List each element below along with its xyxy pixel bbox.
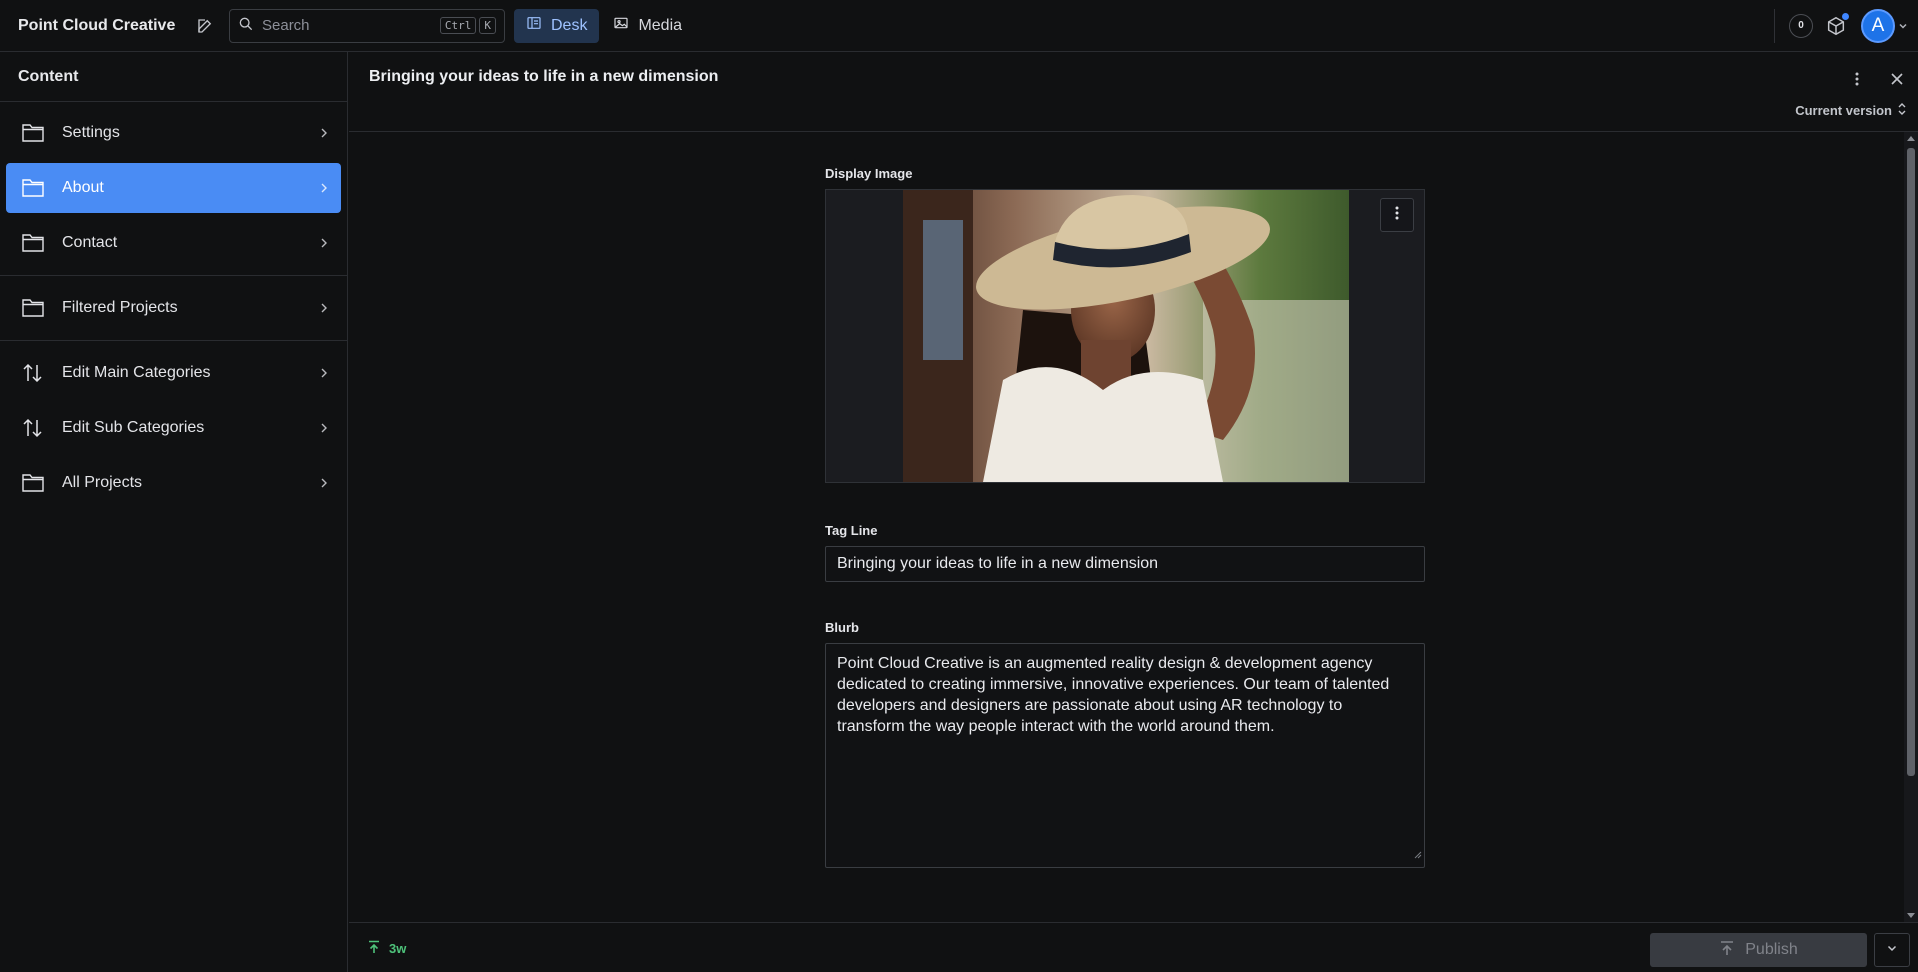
chevron-right-icon [319,302,329,314]
display-image-field[interactable] [825,189,1425,483]
more-vertical-icon [1390,205,1404,226]
divider [1774,8,1775,43]
publish-icon [1719,940,1735,961]
folder-icon [21,122,47,144]
blurb-text: Point Cloud Creative is an augmented rea… [837,655,1390,735]
folder-icon [21,472,47,494]
chevron-updown-icon [1898,102,1906,119]
chevron-down-icon [1886,941,1898,959]
tab-media-label: Media [638,16,683,34]
publish-options-button[interactable] [1874,933,1910,967]
sidebar-item-filtered-projects[interactable]: Filtered Projects [6,283,341,333]
notification-count-badge[interactable]: 0 [1789,13,1813,38]
publish-status[interactable]: 3w [367,940,406,957]
publish-label: Publish [1745,941,1798,958]
chevron-right-icon [319,367,329,379]
folder-icon [21,177,47,199]
published-arrow-icon [367,940,381,957]
sidebar-item-label: Contact [62,234,118,251]
chevron-down-icon[interactable] [1898,21,1908,31]
search-placeholder: Search [262,17,310,34]
folder-icon [21,297,47,319]
document-pane: Bringing your ideas to life in a new dim… [349,52,1918,972]
divider [0,275,347,276]
document-title: Bringing your ideas to life in a new dim… [369,68,719,85]
cube-icon[interactable] [1825,12,1849,37]
sidebar-item-about[interactable]: About [6,163,341,213]
scrollbar[interactable] [1904,132,1918,922]
sidebar-item-label: All Projects [62,474,143,491]
desk-icon [526,15,542,36]
scroll-up-icon[interactable] [1907,136,1915,141]
top-bar: Point Cloud Creative Search Ctrl K Desk … [0,0,1918,52]
search-input[interactable]: Search Ctrl K [229,8,505,43]
tab-media[interactable]: Media [601,9,694,43]
blurb-label: Blurb [825,620,859,635]
chevron-right-icon [319,422,329,434]
publish-button[interactable]: Publish [1650,933,1867,967]
app-root: Point Cloud Creative Search Ctrl K Desk … [0,0,1918,972]
sidebar-list: Settings About Contact Filtered Projects [0,102,347,508]
sidebar-item-label: About [62,179,104,196]
version-select[interactable]: Current version [1795,102,1906,119]
sort-arrows-icon [21,417,47,439]
content-sidebar: Content Settings About Contact Filtered [0,52,348,972]
resize-handle-icon[interactable] [1414,844,1422,865]
sort-arrows-icon [21,362,47,384]
compose-icon[interactable] [190,11,220,41]
more-vertical-icon[interactable] [1842,64,1872,94]
brand-name[interactable]: Point Cloud Creative [18,17,190,35]
tab-desk[interactable]: Desk [514,8,600,43]
display-image-label: Display Image [825,166,913,181]
blurb-textarea[interactable]: Point Cloud Creative is an augmented rea… [825,643,1425,868]
display-image [903,190,1349,482]
sidebar-item-edit-sub-categories[interactable]: Edit Sub Categories [6,403,341,453]
close-icon[interactable] [1882,64,1912,94]
tab-desk-label: Desk [551,16,588,34]
tagline-label: Tag Line [825,523,878,538]
document-form: Display Image Tag Line Bringing your ide… [825,166,1425,868]
sidebar-item-label: Settings [62,124,120,141]
publish-status-time: 3w [389,941,407,956]
shortcut-ctrl: Ctrl [439,17,477,34]
sidebar-item-contact[interactable]: Contact [6,218,341,268]
top-right-actions: 0 A [1774,0,1918,52]
sidebar-title: Content [0,52,347,102]
sidebar-item-all-projects[interactable]: All Projects [6,458,341,508]
unread-dot [1842,12,1849,20]
scrollbar-thumb[interactable] [1907,148,1915,776]
document-form-area: Display Image Tag Line Bringing your ide… [349,132,1904,922]
tagline-input[interactable]: Bringing your ideas to life in a new dim… [825,546,1425,582]
search-icon [238,16,254,36]
scroll-down-icon[interactable] [1907,913,1915,918]
version-label: Current version [1795,103,1892,118]
chevron-right-icon [319,237,329,249]
sidebar-item-label: Edit Sub Categories [62,419,205,436]
chevron-right-icon [319,127,329,139]
document-actions [1842,64,1912,94]
image-icon [613,15,629,36]
sidebar-item-label: Edit Main Categories [62,364,211,381]
image-options-button[interactable] [1380,198,1414,232]
sidebar-item-edit-main-categories[interactable]: Edit Main Categories [6,348,341,398]
document-footer: 3w Publish [349,922,1918,972]
chevron-right-icon [319,182,329,194]
folder-icon [21,232,47,254]
divider [0,340,347,341]
sidebar-item-label: Filtered Projects [62,299,178,316]
avatar[interactable]: A [1861,8,1895,43]
sidebar-item-settings[interactable]: Settings [6,108,341,158]
shortcut-k: K [479,17,496,34]
document-header: Bringing your ideas to life in a new dim… [349,52,1918,132]
chevron-right-icon [319,477,329,489]
